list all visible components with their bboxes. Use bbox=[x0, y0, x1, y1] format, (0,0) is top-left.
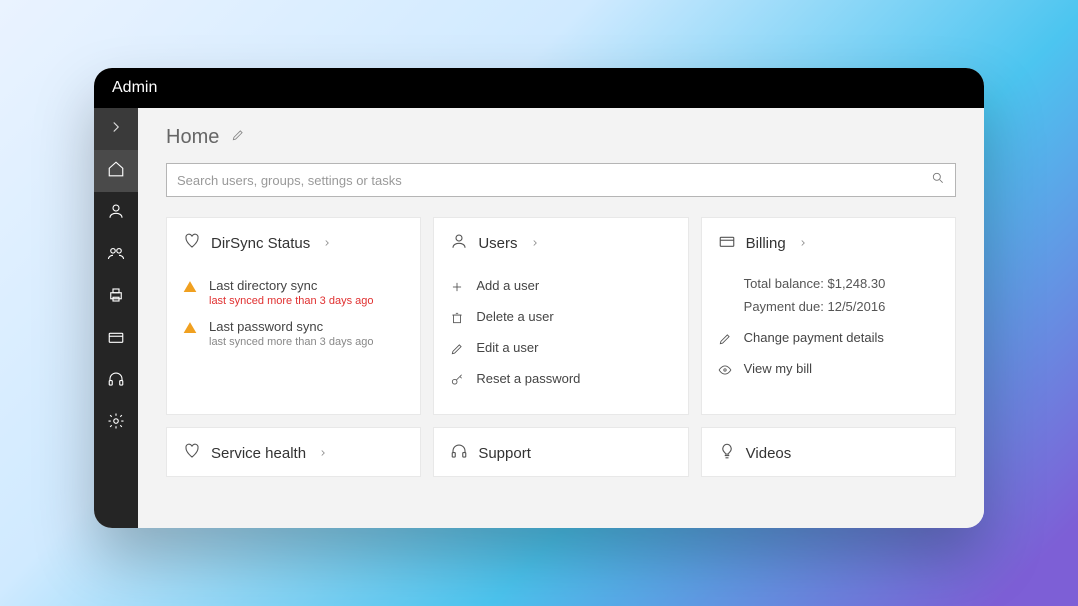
warning-icon bbox=[183, 319, 197, 338]
key-icon bbox=[450, 371, 464, 390]
card-users-header[interactable]: Users bbox=[434, 218, 687, 266]
card-videos-header[interactable]: Videos bbox=[702, 428, 955, 476]
user-icon bbox=[450, 232, 468, 254]
users-delete-user[interactable]: Delete a user bbox=[450, 303, 671, 334]
card-dirsync-header[interactable]: DirSync Status bbox=[167, 218, 420, 266]
chevron-right-icon bbox=[318, 445, 328, 462]
pencil-icon bbox=[231, 129, 245, 146]
heartbeat-icon bbox=[183, 442, 201, 464]
users-item-label: Add a user bbox=[476, 278, 539, 293]
warning-icon bbox=[183, 278, 197, 297]
chevron-right-icon bbox=[530, 235, 540, 252]
billing-due: Payment due: 12/5/2016 bbox=[718, 295, 939, 318]
dirsync-item-last-directory[interactable]: Last directory sync last synced more tha… bbox=[183, 272, 404, 313]
search-icon bbox=[931, 171, 945, 190]
users-item-label: Reset a password bbox=[476, 371, 580, 386]
row-text: Last directory sync last synced more tha… bbox=[209, 278, 373, 307]
gear-icon bbox=[107, 412, 125, 435]
edit-title-button[interactable] bbox=[231, 128, 245, 147]
sidebar-item-home[interactable] bbox=[94, 150, 138, 192]
users-item-label: Edit a user bbox=[476, 340, 538, 355]
printer-icon bbox=[107, 286, 125, 309]
billing-item-label: View my bill bbox=[744, 361, 812, 376]
sidebar-expand-button[interactable] bbox=[94, 108, 138, 150]
chevron-right-icon bbox=[798, 235, 808, 252]
plus-icon bbox=[450, 278, 464, 297]
headset-icon bbox=[450, 442, 468, 464]
page-title: Home bbox=[166, 126, 219, 149]
chevron-right-icon bbox=[107, 118, 125, 141]
dirsync-item-last-password[interactable]: Last password sync last synced more than… bbox=[183, 313, 404, 354]
card-users: Users Add a user bbox=[433, 217, 688, 415]
dashboard-cards: DirSync Status Last directory sync bbox=[166, 217, 956, 477]
users-edit-user[interactable]: Edit a user bbox=[450, 334, 671, 365]
sidebar-item-support[interactable] bbox=[94, 360, 138, 402]
billing-change-payment[interactable]: Change payment details bbox=[718, 324, 939, 355]
card-support-header[interactable]: Support bbox=[434, 428, 687, 476]
search-box[interactable] bbox=[166, 163, 956, 197]
dirsync-item-label: Last directory sync bbox=[209, 278, 373, 293]
lightbulb-icon bbox=[718, 442, 736, 464]
search-input[interactable] bbox=[177, 173, 931, 188]
sidebar-item-groups[interactable] bbox=[94, 234, 138, 276]
row-text: Last password sync last synced more than… bbox=[209, 319, 373, 348]
sidebar-item-users[interactable] bbox=[94, 192, 138, 234]
sidebar-item-print[interactable] bbox=[94, 276, 138, 318]
trash-icon bbox=[450, 309, 464, 328]
title-bar: Admin bbox=[94, 68, 984, 108]
sidebar-item-settings[interactable] bbox=[94, 402, 138, 444]
card-service-health-header[interactable]: Service health bbox=[167, 428, 420, 476]
card-billing-title: Billing bbox=[746, 235, 786, 252]
chevron-right-icon bbox=[322, 235, 332, 252]
card-service-health: Service health bbox=[166, 427, 421, 477]
eye-icon bbox=[718, 361, 732, 380]
card-support: Support bbox=[433, 427, 688, 477]
sidebar bbox=[94, 108, 138, 528]
billing-view-bill[interactable]: View my bill bbox=[718, 355, 939, 386]
card-billing-body: Total balance: $1,248.30 Payment due: 12… bbox=[702, 266, 955, 404]
users-item-label: Delete a user bbox=[476, 309, 553, 324]
dirsync-item-label: Last password sync bbox=[209, 319, 373, 334]
card-users-body: Add a user Delete a user E bbox=[434, 266, 687, 414]
card-dirsync-body: Last directory sync last synced more tha… bbox=[167, 266, 420, 372]
users-reset-password[interactable]: Reset a password bbox=[450, 365, 671, 396]
card-service-health-title: Service health bbox=[211, 445, 306, 462]
heartbeat-icon bbox=[183, 232, 201, 254]
dirsync-item-sub: last synced more than 3 days ago bbox=[209, 295, 373, 307]
sidebar-item-billing[interactable] bbox=[94, 318, 138, 360]
pencil-icon bbox=[718, 330, 732, 349]
page-header: Home bbox=[166, 126, 956, 149]
card-icon bbox=[107, 328, 125, 351]
title-bar-text: Admin bbox=[112, 79, 157, 97]
admin-window: Admin bbox=[94, 68, 984, 528]
home-icon bbox=[107, 160, 125, 183]
card-videos-title: Videos bbox=[746, 445, 792, 462]
user-icon bbox=[107, 202, 125, 225]
billing-item-label: Change payment details bbox=[744, 330, 884, 345]
card-videos: Videos bbox=[701, 427, 956, 477]
card-billing: Billing Total balance: $1,248.30 Payment… bbox=[701, 217, 956, 415]
pencil-icon bbox=[450, 340, 464, 359]
main-content: Home bbox=[138, 108, 984, 528]
card-users-title: Users bbox=[478, 235, 517, 252]
users-add-user[interactable]: Add a user bbox=[450, 272, 671, 303]
headset-icon bbox=[107, 370, 125, 393]
dirsync-item-sub: last synced more than 3 days ago bbox=[209, 336, 373, 348]
card-icon bbox=[718, 232, 736, 254]
card-dirsync-title: DirSync Status bbox=[211, 235, 310, 252]
billing-balance: Total balance: $1,248.30 bbox=[718, 272, 939, 295]
card-support-title: Support bbox=[478, 445, 531, 462]
group-icon bbox=[107, 244, 125, 267]
card-dirsync: DirSync Status Last directory sync bbox=[166, 217, 421, 415]
window-body: Home bbox=[94, 108, 984, 528]
card-billing-header[interactable]: Billing bbox=[702, 218, 955, 266]
